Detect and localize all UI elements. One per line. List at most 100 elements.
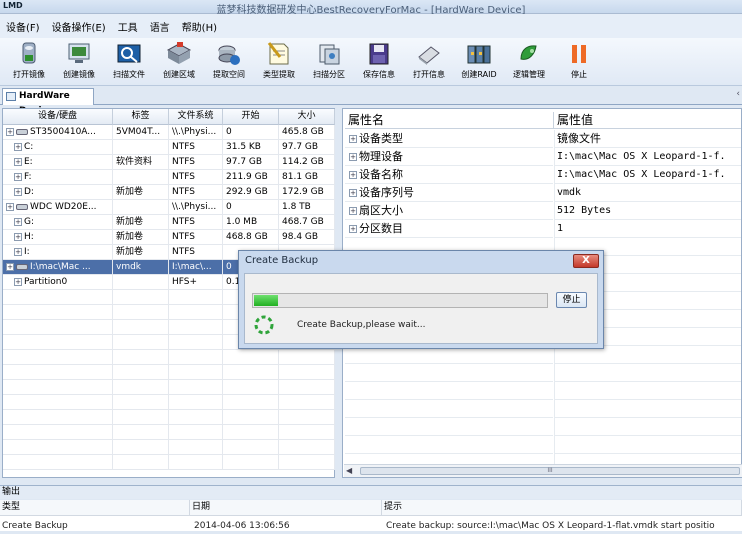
device-cell-name[interactable]: + Partition0 <box>3 275 113 290</box>
menu-language[interactable]: 语言 <box>150 19 170 34</box>
device-cell-size[interactable]: 97.7 GB <box>279 140 335 155</box>
open-info-button[interactable]: 打开信息 <box>404 38 454 86</box>
device-cell-fs[interactable]: NTFS <box>169 215 223 230</box>
tree-expand-icon[interactable]: + <box>14 142 22 151</box>
tree-expand-icon[interactable]: + <box>349 153 357 161</box>
tree-expand-icon[interactable]: + <box>349 189 357 197</box>
menu-device-operation[interactable]: 设备操作(E) <box>52 19 106 34</box>
device-cell-start[interactable]: 31.5 KB <box>223 140 279 155</box>
col-filesystem-header[interactable]: 文件系统 <box>169 109 223 125</box>
device-cell-label[interactable]: 新加卷 <box>113 215 169 230</box>
device-cell-fs[interactable]: NTFS <box>169 140 223 155</box>
tree-expand-icon[interactable]: + <box>349 207 357 215</box>
device-cell-label[interactable]: 5VM04T... <box>113 125 169 140</box>
output-date-header[interactable]: 日期 <box>190 500 382 516</box>
device-cell-start[interactable]: 468.8 GB <box>223 230 279 245</box>
device-cell-size[interactable]: 172.9 GB <box>279 185 335 200</box>
scroll-left-arrow-icon[interactable]: ◀ <box>346 466 356 476</box>
dialog-stop-button[interactable]: 停止 <box>556 292 587 308</box>
device-cell-name[interactable]: + H: <box>3 230 113 245</box>
device-cell-start[interactable]: 0 <box>223 200 279 215</box>
property-horizontal-scrollbar[interactable]: ◀ III <box>344 464 742 477</box>
tree-expand-icon[interactable]: + <box>14 247 22 256</box>
col-label-header[interactable]: 标签 <box>113 109 169 125</box>
device-cell-size[interactable]: 114.2 GB <box>279 155 335 170</box>
tree-expand-icon[interactable]: + <box>14 172 22 181</box>
device-cell-label[interactable] <box>113 200 169 215</box>
col-start-header[interactable]: 开始 <box>223 109 279 125</box>
device-cell-size[interactable]: 1.8 TB <box>279 200 335 215</box>
device-cell-name[interactable]: + I:\mac\Mac ... <box>3 260 113 275</box>
save-info-button[interactable]: 保存信息 <box>354 38 404 86</box>
device-cell-start[interactable]: 97.7 GB <box>223 155 279 170</box>
device-cell-name[interactable]: + F: <box>3 170 113 185</box>
property-value-header[interactable]: 属性值 <box>553 112 741 129</box>
tree-expand-icon[interactable]: + <box>14 277 22 286</box>
scan-partition-button[interactable]: 扫描分区 <box>304 38 354 86</box>
device-cell-label[interactable]: 软件资料 <box>113 155 169 170</box>
device-cell-start[interactable]: 0 <box>223 125 279 140</box>
device-cell-fs[interactable]: NTFS <box>169 185 223 200</box>
device-cell-size[interactable]: 465.8 GB <box>279 125 335 140</box>
tree-expand-icon[interactable]: + <box>6 262 14 271</box>
tree-expand-icon[interactable]: + <box>349 135 357 143</box>
type-extract-button[interactable]: 类型提取 <box>254 38 304 86</box>
device-cell-name[interactable]: + D: <box>3 185 113 200</box>
device-cell-size[interactable]: 98.4 GB <box>279 230 335 245</box>
menu-device[interactable]: 设备(F) <box>6 19 40 34</box>
menu-help[interactable]: 帮助(H) <box>182 19 217 34</box>
device-cell-fs[interactable]: \\.\Physi... <box>169 125 223 140</box>
extract-space-button[interactable]: 提取空间 <box>204 38 254 86</box>
create-image-button[interactable]: 创建镜像 <box>54 38 104 86</box>
stop-button[interactable]: 停止 <box>554 38 604 86</box>
tree-expand-icon[interactable]: + <box>14 187 22 196</box>
tab-hardware-device[interactable]: HardWare Device <box>2 88 94 116</box>
device-cell-fs[interactable]: NTFS <box>169 245 223 260</box>
device-cell-fs[interactable]: \\.\Physi... <box>169 200 223 215</box>
device-cell-start[interactable]: 292.9 GB <box>223 185 279 200</box>
device-cell-fs[interactable]: I:\mac\... <box>169 260 223 275</box>
device-cell-name[interactable]: + C: <box>3 140 113 155</box>
device-cell-name[interactable]: + ST3500410A... <box>3 125 113 140</box>
tree-expand-icon[interactable]: + <box>349 171 357 179</box>
device-cell-label[interactable] <box>113 140 169 155</box>
tree-expand-icon[interactable]: + <box>6 202 14 211</box>
menu-tools[interactable]: 工具 <box>118 19 138 34</box>
device-cell-fs[interactable]: NTFS <box>169 155 223 170</box>
open-image-button[interactable]: 打开镜像 <box>4 38 54 86</box>
col-device-header[interactable]: 设备/硬盘 <box>3 109 113 125</box>
tab-scroll-left-icon[interactable]: ‹ <box>736 89 740 99</box>
tree-expand-icon[interactable]: + <box>14 232 22 241</box>
device-cell-name[interactable]: + WDC WD20E... <box>3 200 113 215</box>
device-cell-name[interactable]: + E: <box>3 155 113 170</box>
dialog-close-button[interactable]: X <box>573 254 599 268</box>
device-cell-start[interactable]: 211.9 GB <box>223 170 279 185</box>
device-cell-size[interactable]: 468.7 GB <box>279 215 335 230</box>
device-cell-name[interactable]: + I: <box>3 245 113 260</box>
output-hint-header[interactable]: 提示 <box>382 500 742 516</box>
tree-expand-icon[interactable]: + <box>349 225 357 233</box>
logic-manage-button[interactable]: 逻辑管理 <box>504 38 554 86</box>
scrollbar-thumb[interactable]: III <box>360 467 740 475</box>
property-name-header[interactable]: 属性名 <box>345 112 553 129</box>
device-cell-size[interactable]: 81.1 GB <box>279 170 335 185</box>
output-type-header[interactable]: 类型 <box>0 500 190 516</box>
device-cell-fs[interactable]: NTFS <box>169 170 223 185</box>
scan-file-button[interactable]: 扫描文件 <box>104 38 154 86</box>
tree-expand-icon[interactable]: + <box>14 157 22 166</box>
device-cell-label[interactable] <box>113 275 169 290</box>
device-cell-label[interactable]: 新加卷 <box>113 230 169 245</box>
tree-expand-icon[interactable]: + <box>6 127 14 136</box>
device-cell-label[interactable] <box>113 170 169 185</box>
device-cell-name[interactable]: + G: <box>3 215 113 230</box>
device-cell-label[interactable]: vmdk <box>113 260 169 275</box>
device-cell-fs[interactable]: NTFS <box>169 230 223 245</box>
device-cell-start[interactable]: 1.0 MB <box>223 215 279 230</box>
create-area-button[interactable]: 创建区域 <box>154 38 204 86</box>
device-cell-label[interactable]: 新加卷 <box>113 185 169 200</box>
tree-expand-icon[interactable]: + <box>14 217 22 226</box>
device-cell-fs[interactable]: HFS+ <box>169 275 223 290</box>
col-size-header[interactable]: 大小 <box>279 109 335 125</box>
create-raid-button[interactable]: 创建RAID <box>454 38 504 86</box>
device-cell-label[interactable]: 新加卷 <box>113 245 169 260</box>
